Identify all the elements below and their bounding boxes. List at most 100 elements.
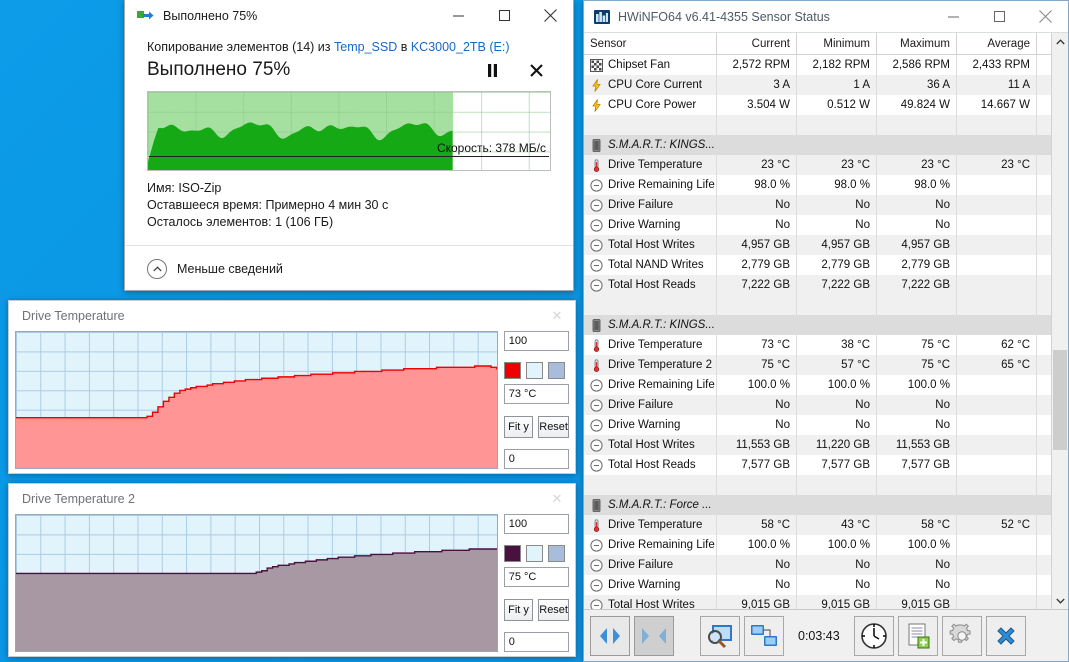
- column-header-current[interactable]: Current: [717, 33, 797, 54]
- sensor-row[interactable]: Total Host Writes4,957 GB4,957 GB4,957 G…: [584, 235, 1051, 255]
- sensor-row[interactable]: Drive Temperature58 °C43 °C58 °C52 °C: [584, 515, 1051, 535]
- expand-all-button[interactable]: [590, 616, 630, 656]
- pause-button[interactable]: [477, 57, 507, 83]
- gauge-icon: [590, 379, 603, 392]
- copy-destination-link[interactable]: KC3000_2TB (E:): [411, 40, 510, 54]
- sensor-row[interactable]: CPU Core Power3.504 W0.512 W49.824 W14.6…: [584, 95, 1051, 115]
- sensor-name-cell: S.M.A.R.T.: KINGS...: [584, 315, 717, 335]
- sensor-name-cell: Drive Warning: [584, 575, 717, 595]
- scrollbar-track[interactable]: [1052, 50, 1069, 592]
- hwinfo-titlebar[interactable]: HWiNFO64 v6.41-4355 Sensor Status: [584, 1, 1068, 33]
- close-icon[interactable]: ✕: [539, 485, 575, 513]
- minimize-button[interactable]: [435, 0, 481, 31]
- reset-button[interactable]: Reset: [538, 599, 569, 621]
- cancel-button[interactable]: [521, 57, 551, 83]
- minimum-value-cell: [797, 115, 877, 135]
- sensor-row[interactable]: CPU Core Current3 A1 A36 A11 A: [584, 75, 1051, 95]
- logging-button[interactable]: [898, 616, 938, 656]
- gauge-icon: [590, 239, 603, 252]
- fit-y-button[interactable]: Fit y: [504, 599, 534, 621]
- minimum-value-cell: 43 °C: [797, 515, 877, 535]
- y-min-field[interactable]: 0: [504, 449, 569, 469]
- sensor-name: Total Host Reads: [608, 459, 696, 471]
- sensor-row[interactable]: Drive WarningNoNoNo: [584, 575, 1051, 595]
- sensor-row[interactable]: Total Host Writes11,553 GB11,220 GB11,55…: [584, 435, 1051, 455]
- sensor-row[interactable]: Drive WarningNoNoNo: [584, 415, 1051, 435]
- scroll-up-button[interactable]: [1052, 33, 1069, 50]
- grid-color-swatch[interactable]: [548, 545, 565, 562]
- y-min-field[interactable]: 0: [504, 632, 569, 652]
- background-color-swatch[interactable]: [526, 545, 543, 562]
- sensor-section-row[interactable]: S.M.A.R.T.: KINGS...: [584, 315, 1051, 335]
- maximize-button[interactable]: [976, 1, 1022, 32]
- average-value-cell: 23 °C: [957, 155, 1037, 175]
- grid-color-swatch[interactable]: [548, 362, 565, 379]
- minimum-value-cell: No: [797, 395, 877, 415]
- scroll-down-button[interactable]: [1052, 592, 1069, 609]
- scrollbar-thumb[interactable]: [1053, 350, 1067, 450]
- sensor-section-row[interactable]: S.M.A.R.T.: KINGS...: [584, 135, 1051, 155]
- close-button[interactable]: [1022, 1, 1068, 32]
- copy-source-link[interactable]: Temp_SSD: [334, 40, 397, 54]
- current-value-field[interactable]: 75 °C: [504, 567, 569, 587]
- sensor-section-row[interactable]: S.M.A.R.T.: Force ...: [584, 495, 1051, 515]
- sensor-row[interactable]: Drive Temperature 275 °C57 °C75 °C65 °C: [584, 355, 1051, 375]
- reset-button[interactable]: Reset: [538, 416, 569, 438]
- column-header-sensor[interactable]: Sensor: [584, 33, 717, 54]
- sensor-row[interactable]: Chipset Fan2,572 RPM2,182 RPM2,586 RPM2,…: [584, 55, 1051, 75]
- maximum-value-cell: 100.0 %: [877, 375, 957, 395]
- sensor-name: Chipset Fan: [608, 59, 670, 71]
- close-icon[interactable]: ✕: [539, 302, 575, 330]
- hwinfo-icon: [594, 9, 610, 25]
- sensor-row[interactable]: Total Host Writes9,015 GB9,015 GB9,015 G…: [584, 595, 1051, 609]
- sensor-row[interactable]: Drive FailureNoNoNo: [584, 395, 1051, 415]
- sensor-config-button[interactable]: [700, 616, 740, 656]
- close-button[interactable]: [527, 0, 573, 31]
- less-details-row[interactable]: Меньше сведений: [125, 246, 573, 279]
- close-button[interactable]: [986, 616, 1026, 656]
- sensor-row[interactable]: Drive WarningNoNoNo: [584, 215, 1051, 235]
- current-value-cell: [717, 315, 797, 335]
- line-color-swatch[interactable]: [504, 545, 521, 562]
- sensor-name-cell: Total Host Reads: [584, 275, 717, 295]
- timer-button[interactable]: [854, 616, 894, 656]
- average-value-cell: [957, 115, 1037, 135]
- sensor-row[interactable]: Total Host Reads7,577 GB7,577 GB7,577 GB: [584, 455, 1051, 475]
- background-color-swatch[interactable]: [526, 362, 543, 379]
- maximize-button[interactable]: [481, 0, 527, 31]
- maximum-value-cell: 9,015 GB: [877, 595, 957, 609]
- graph-titlebar[interactable]: Drive Temperature 2 ✕: [9, 484, 575, 514]
- sensor-name-cell: Drive Temperature: [584, 515, 717, 535]
- vertical-scrollbar[interactable]: [1051, 33, 1068, 609]
- sensor-row[interactable]: Total NAND Writes2,779 GB2,779 GB2,779 G…: [584, 255, 1051, 275]
- sensor-row[interactable]: Drive FailureNoNoNo: [584, 555, 1051, 575]
- settings-button[interactable]: [942, 616, 982, 656]
- line-color-swatch[interactable]: [504, 362, 521, 379]
- fit-y-button[interactable]: Fit y: [504, 416, 534, 438]
- column-header-maximum[interactable]: Maximum: [877, 33, 957, 54]
- y-max-field[interactable]: 100: [504, 514, 569, 534]
- average-value-cell: 14.667 W: [957, 95, 1037, 115]
- column-header-minimum[interactable]: Minimum: [797, 33, 877, 54]
- sensor-row[interactable]: Drive FailureNoNoNo: [584, 195, 1051, 215]
- current-value-cell: 2,779 GB: [717, 255, 797, 275]
- sensor-row[interactable]: Drive Temperature73 °C38 °C75 °C62 °C: [584, 335, 1051, 355]
- copy-dialog-title: Выполнено 75%: [163, 9, 257, 23]
- sensor-row[interactable]: Drive Remaining Life100.0 %100.0 %100.0 …: [584, 375, 1051, 395]
- copy-dialog-titlebar[interactable]: Выполнено 75%: [125, 0, 573, 32]
- maximum-value-cell: 75 °C: [877, 335, 957, 355]
- sensor-row[interactable]: Drive Remaining Life100.0 %100.0 %100.0 …: [584, 535, 1051, 555]
- remote-button[interactable]: [744, 616, 784, 656]
- current-value-field[interactable]: 73 °C: [504, 384, 569, 404]
- temperature-plot[interactable]: [15, 514, 498, 652]
- temperature-plot[interactable]: [15, 331, 498, 469]
- column-header-average[interactable]: Average: [957, 33, 1037, 54]
- graph-titlebar[interactable]: Drive Temperature ✕: [9, 301, 575, 331]
- sensor-row[interactable]: Total Host Reads7,222 GB7,222 GB7,222 GB: [584, 275, 1051, 295]
- sensor-row[interactable]: Drive Temperature23 °C23 °C23 °C23 °C: [584, 155, 1051, 175]
- collapse-all-button[interactable]: [634, 616, 674, 656]
- y-max-field[interactable]: 100: [504, 331, 569, 351]
- sensor-row[interactable]: Drive Remaining Life98.0 %98.0 %98.0 %: [584, 175, 1051, 195]
- maximum-value-cell: 49.824 W: [877, 95, 957, 115]
- minimize-button[interactable]: [930, 1, 976, 32]
